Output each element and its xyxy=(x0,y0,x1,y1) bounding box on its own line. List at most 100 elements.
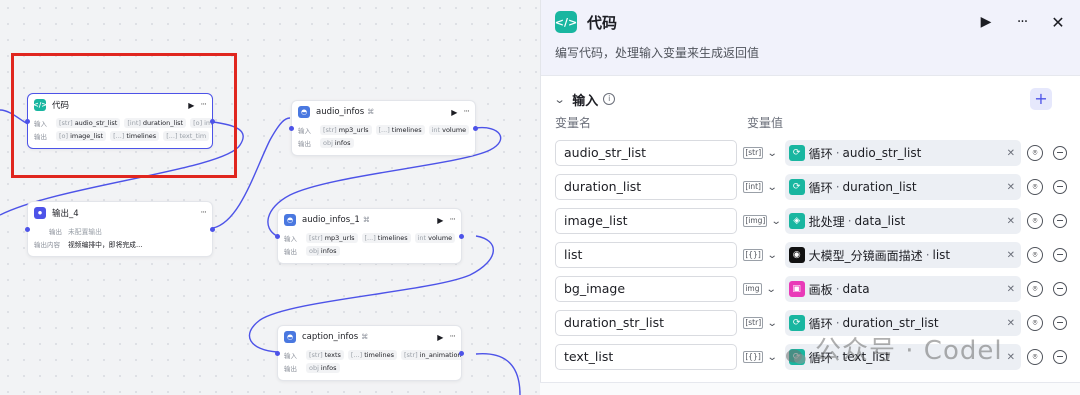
clear-icon[interactable]: ✕ xyxy=(1007,284,1015,295)
panel-header: </> 代码 ▶ ··· ✕ 编写代码，处理输入变量来生成返回值 xyxy=(541,0,1080,76)
input-variable-row: bg_image img ⌄ ▣ 画板 · data ✕ ⌾ xyxy=(541,272,1080,306)
source-variable-name: data xyxy=(842,282,870,296)
output-port[interactable] xyxy=(210,227,215,232)
plugin-badge-icon: ⌘ xyxy=(362,216,370,224)
output-icon: ⏺ xyxy=(34,207,46,219)
more-icon[interactable]: ··· xyxy=(449,215,456,225)
more-icon[interactable]: ··· xyxy=(200,208,207,218)
chevron-down-icon[interactable]: ⌄ xyxy=(767,318,778,329)
input-port[interactable] xyxy=(25,227,30,232)
workflow-canvas[interactable]: </> 代码 ▶ ··· 输入 [str] audio_str_list [int… xyxy=(0,0,540,395)
more-icon[interactable]: ··· xyxy=(449,332,456,342)
clear-icon[interactable]: ✕ xyxy=(1007,148,1015,159)
chevron-down-icon[interactable]: ⌄ xyxy=(765,284,776,295)
input-variable-row: audio_str_list [str] ⌄ ⟳ 循环 · audio_str_… xyxy=(541,136,1080,170)
type-select[interactable]: [{}] ⌄ xyxy=(743,344,784,370)
variable-reference-select[interactable]: ◉ 大模型_分镜画面描述 · list ✕ xyxy=(784,242,1021,268)
chevron-down-icon[interactable]: ⌄ xyxy=(767,148,778,159)
input-port[interactable] xyxy=(289,126,294,131)
input-section-header[interactable]: ⌄ 输入 i + xyxy=(541,86,1080,112)
remove-row-icon[interactable] xyxy=(1052,282,1067,296)
col-value-header: 变量值 xyxy=(747,115,784,130)
output-label: 输出 xyxy=(298,139,311,148)
clear-icon[interactable]: ✕ xyxy=(1007,318,1015,329)
input-port[interactable] xyxy=(275,234,280,239)
remove-row-icon[interactable] xyxy=(1052,180,1067,194)
clear-icon[interactable]: ✕ xyxy=(1007,250,1015,261)
llm-icon: ◉ xyxy=(788,247,805,263)
remove-row-icon[interactable] xyxy=(1052,350,1067,364)
output-port[interactable] xyxy=(459,351,464,356)
input-chip: [str] in_animation xyxy=(401,349,461,360)
type-badge: [int] xyxy=(743,181,763,193)
clear-icon[interactable]: ✕ xyxy=(1007,216,1015,227)
add-input-button[interactable]: + xyxy=(1030,88,1052,110)
variable-name-input[interactable]: bg_image xyxy=(555,276,738,302)
more-icon[interactable]: ··· xyxy=(463,107,470,117)
variable-reference-select[interactable]: ◈ 批处理 · data_list ✕ xyxy=(784,208,1021,234)
audio-infos-node[interactable]: ◓ audio_infos ⌘ ▶ ··· 输入 [str] mp3_urls [… xyxy=(289,100,478,156)
run-icon[interactable]: ▶ xyxy=(437,216,443,225)
remove-row-icon[interactable] xyxy=(1052,214,1067,228)
reference-icon[interactable]: ⌾ xyxy=(1026,179,1043,195)
chevron-down-icon[interactable]: ⌄ xyxy=(766,250,777,261)
output-port[interactable] xyxy=(459,234,464,239)
variable-reference-select[interactable]: ⟳ 循环 · duration_list ✕ xyxy=(784,174,1021,200)
remove-row-icon[interactable] xyxy=(1052,248,1067,262)
clear-icon[interactable]: ✕ xyxy=(1007,182,1015,193)
variable-name-input[interactable]: text_list xyxy=(555,344,738,370)
reference-icon[interactable]: ⌾ xyxy=(1026,349,1043,365)
output-node[interactable]: ⏺ 输出_4 ··· 输出 未配置输出 输出内容 视频编排中，即将完成... xyxy=(25,201,215,257)
variable-reference-select[interactable]: ⟳ 循环 · audio_str_list ✕ xyxy=(784,140,1021,166)
variable-name-input[interactable]: image_list xyxy=(555,208,738,234)
type-select[interactable]: [str] ⌄ xyxy=(743,140,784,166)
more-icon[interactable]: ··· xyxy=(1014,14,1030,30)
reference-icon[interactable]: ⌾ xyxy=(1026,247,1043,263)
info-icon[interactable]: i xyxy=(603,93,616,105)
source-variable-name: audio_str_list xyxy=(842,146,922,160)
plugin-badge-icon: ⌘ xyxy=(361,333,369,341)
variable-name-input[interactable]: duration_list xyxy=(555,174,738,200)
caption-infos-node[interactable]: ◓ caption_infos ⌘ ▶ ··· 输入 [str] texts [.… xyxy=(275,325,464,381)
input-chip: [str] mp3_urls xyxy=(320,124,372,135)
variable-name-input[interactable]: duration_str_list xyxy=(555,310,738,336)
run-icon[interactable]: ▶ xyxy=(451,108,457,117)
run-icon[interactable]: ▶ xyxy=(978,14,994,30)
reference-icon[interactable]: ⌾ xyxy=(1026,281,1043,297)
input-variable-row: image_list [img] ⌄ ◈ 批处理 · data_list ✕ ⌾ xyxy=(541,204,1080,238)
clear-icon[interactable]: ✕ xyxy=(1007,352,1015,363)
source-variable-name: duration_str_list xyxy=(842,316,939,330)
source-variable-name: data_list xyxy=(854,214,906,228)
chevron-down-icon[interactable]: ⌄ xyxy=(766,352,777,363)
output-label: 输出 xyxy=(284,364,297,373)
type-select[interactable]: [{}] ⌄ xyxy=(743,242,784,268)
remove-row-icon[interactable] xyxy=(1052,316,1067,330)
code-icon: </> xyxy=(555,11,577,33)
audio-infos-1-node[interactable]: ◓ audio_infos_1 ⌘ ▶ ··· 输入 [str] mp3_urls… xyxy=(275,208,464,264)
variable-name-input[interactable]: list xyxy=(555,242,738,268)
chevron-down-icon[interactable]: ⌄ xyxy=(767,182,778,193)
run-icon[interactable]: ▶ xyxy=(437,333,443,342)
type-select[interactable]: [str] ⌄ xyxy=(743,310,784,336)
chevron-down-icon[interactable]: ⌄ xyxy=(554,93,566,106)
type-select[interactable]: [int] ⌄ xyxy=(743,174,784,200)
chevron-down-icon[interactable]: ⌄ xyxy=(771,216,782,227)
reference-icon[interactable]: ⌾ xyxy=(1026,213,1043,229)
section-title: 输入 xyxy=(572,93,599,109)
variable-reference-select[interactable]: ▣ 画板 · data ✕ xyxy=(784,276,1021,302)
node-title: audio_infos_1 xyxy=(302,215,360,225)
type-select[interactable]: [img] ⌄ xyxy=(743,208,784,234)
type-select[interactable]: img ⌄ xyxy=(743,276,784,302)
remove-row-icon[interactable] xyxy=(1052,146,1067,160)
reference-icon[interactable]: ⌾ xyxy=(1026,315,1043,331)
close-icon[interactable]: ✕ xyxy=(1050,13,1066,32)
input-port[interactable] xyxy=(275,351,280,356)
reference-icon[interactable]: ⌾ xyxy=(1026,145,1043,161)
col-name-header: 变量名 xyxy=(555,115,592,130)
plugin-icon: ◓ xyxy=(284,214,296,226)
variable-name-input[interactable]: audio_str_list xyxy=(555,140,738,166)
loop-icon: ⟳ xyxy=(788,145,805,161)
output-port[interactable] xyxy=(473,126,478,131)
input-variable-row: list [{}] ⌄ ◉ 大模型_分镜画面描述 · list ✕ ⌾ xyxy=(541,238,1080,272)
input-label: 输入 xyxy=(298,126,311,135)
